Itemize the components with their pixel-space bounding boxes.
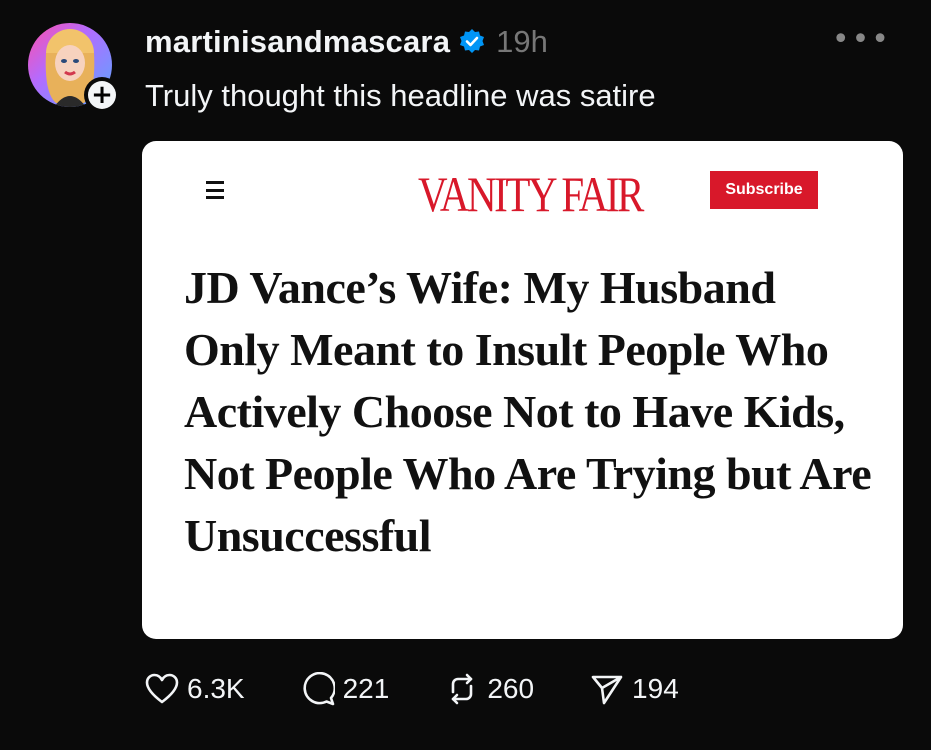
send-icon <box>591 675 623 705</box>
post-time: 19h <box>496 24 548 59</box>
like-count: 6.3K <box>187 673 245 704</box>
username[interactable]: martinisandmascara <box>145 24 450 60</box>
repost-button[interactable]: 260 <box>445 672 534 706</box>
plus-icon: + <box>88 81 116 109</box>
subscribe-button: Subscribe <box>710 171 818 209</box>
share-count: 194 <box>632 673 679 704</box>
reply-count: 221 <box>342 673 390 704</box>
verified-badge-icon <box>458 28 486 56</box>
heart-icon <box>145 673 179 704</box>
avatar-container[interactable]: + <box>28 23 120 113</box>
article-headline: JD Vance’s Wife: My Husband Only Meant t… <box>184 262 872 561</box>
repost-count: 260 <box>487 673 535 704</box>
post-header: martinisandmascara 19h <box>145 24 548 60</box>
hamburger-menu-icon <box>206 181 224 199</box>
comment-icon <box>303 672 335 706</box>
share-button[interactable]: 194 <box>590 672 679 706</box>
reply-button[interactable]: 221 <box>301 672 390 706</box>
like-button[interactable]: 6.3K <box>145 673 245 705</box>
action-bar: 6.3K 221 260 194 <box>145 672 735 706</box>
vanity-fair-logo: VANITY FAIR <box>418 166 644 222</box>
more-icon[interactable]: ••• <box>832 25 891 55</box>
follow-button[interactable]: + <box>84 77 120 113</box>
repost-icon <box>452 673 473 705</box>
post-text: Truly thought this headline was satire <box>145 78 656 113</box>
embedded-image[interactable]: VANITY FAIR Subscribe JD Vance’s Wife: M… <box>142 141 903 639</box>
